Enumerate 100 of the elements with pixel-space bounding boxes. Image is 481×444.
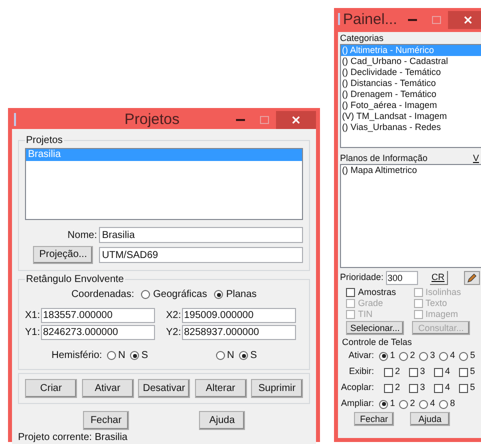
pencil-icon[interactable] <box>464 271 480 285</box>
cr-button[interactable]: CR <box>430 271 448 285</box>
option-label: S <box>141 349 148 363</box>
option-label: 8 <box>450 397 456 410</box>
priority-field[interactable]: 300 <box>386 271 418 285</box>
close-icon[interactable] <box>448 11 481 29</box>
option-label: 2 <box>395 381 400 394</box>
radio-button[interactable] <box>216 351 225 360</box>
list-item[interactable]: () Mapa Altimetrico <box>341 165 481 176</box>
button[interactable]: Ativar <box>82 379 134 398</box>
option-label: 2 <box>410 349 416 362</box>
status-text: Projeto corrente: Brasilia <box>18 431 128 444</box>
list-item[interactable]: (V) TM_Landsat - Imagem <box>341 111 481 122</box>
list-item[interactable]: () Vias_Urbanas - Redes <box>341 122 481 133</box>
field-label: Acoplar: <box>340 381 375 394</box>
button[interactable]: Fechar <box>354 412 394 426</box>
checkbox[interactable] <box>409 384 418 392</box>
list-item[interactable]: () Drenagem - Temático <box>341 89 481 100</box>
projection-field[interactable]: UTM/SAD69 <box>99 247 303 263</box>
field-label: Ampliar: <box>340 397 375 410</box>
column-header[interactable]: V <box>472 152 479 164</box>
checkbox[interactable] <box>434 368 444 376</box>
field-label: X1: <box>25 309 39 323</box>
button[interactable]: Fechar <box>83 411 129 430</box>
radio-button[interactable] <box>419 400 428 408</box>
field-label: Ativar: <box>347 349 375 362</box>
field-label: Prioridade: <box>340 271 384 284</box>
layers-list[interactable]: () Mapa Altimetrico <box>340 164 481 268</box>
name-field[interactable]: Brasilia <box>99 227 303 243</box>
option-label: 5 <box>470 349 476 362</box>
field-label: Exibir: <box>348 365 375 378</box>
field-label: Y2: <box>166 326 180 340</box>
option-label: Imagem <box>426 309 458 320</box>
option-label: Texto <box>426 298 448 309</box>
group-label: Projetos <box>25 134 64 148</box>
button[interactable]: Ajuda <box>410 412 450 426</box>
radio-button[interactable] <box>439 400 448 408</box>
radio-button[interactable] <box>141 290 150 299</box>
option-label: 1 <box>390 397 396 410</box>
checkbox[interactable] <box>384 384 393 392</box>
option-label: 5 <box>470 365 476 378</box>
radio-button[interactable] <box>419 352 428 360</box>
checkbox[interactable] <box>384 368 393 376</box>
radio-button[interactable] <box>459 352 468 360</box>
radio-button[interactable] <box>399 352 408 360</box>
button[interactable]: Ajuda <box>199 411 245 430</box>
option-label: 1 <box>390 349 396 362</box>
radio-button[interactable] <box>379 352 388 360</box>
window-title: Projetos <box>123 111 181 129</box>
button[interactable]: Alterar <box>194 379 246 398</box>
option-label: 4 <box>430 397 436 410</box>
option-label: 4 <box>445 365 450 378</box>
button[interactable]: Desativar <box>138 379 190 398</box>
option-label: TIN <box>358 309 372 320</box>
option-label: Planas <box>226 288 257 302</box>
checkbox[interactable] <box>459 384 468 392</box>
radio-button[interactable] <box>130 351 140 360</box>
list-item[interactable]: () Cad_Urbano - Cadastral <box>341 56 481 67</box>
button[interactable]: Selecionar... <box>346 321 404 335</box>
option-label: Geográficas <box>153 288 208 302</box>
field-label: Coordenadas: <box>71 288 134 302</box>
close-icon[interactable] <box>276 111 316 129</box>
categories-list[interactable]: () Altimetria - Numérico () Cad_Urbano - Cadastral () Declividade - Temático () Distancias - Temático () Drenagem - Temático () Foto_aérea - Imagem (V) TM_Landsat - Imagem () Vias_Urbanas - Redes <box>340 44 481 148</box>
list-item[interactable]: () Foto_aérea - Imagem <box>341 100 481 111</box>
option-label: Isolinhas <box>426 287 462 298</box>
button[interactable]: Criar <box>25 379 77 398</box>
window-title: Painel... <box>343 11 398 29</box>
option-label: 3 <box>420 365 426 378</box>
checkbox[interactable] <box>346 288 355 297</box>
option-label: 2 <box>410 397 416 410</box>
list-item[interactable]: () Distancias - Temático <box>341 78 481 89</box>
radio-button[interactable] <box>439 352 448 360</box>
radio-button[interactable] <box>379 400 388 408</box>
option-label: Grade <box>358 298 384 309</box>
coordinate-field[interactable]: 8246273.000000 <box>41 325 155 340</box>
button[interactable]: Projeção... <box>33 246 93 264</box>
list-item[interactable]: () Declividade - Temático <box>341 67 481 78</box>
button[interactable]: Suprimir <box>251 379 303 398</box>
coordinate-field[interactable]: 183557.000000 <box>41 308 155 323</box>
option-label: Amostras <box>358 287 396 298</box>
field-label: Nome: <box>68 228 97 242</box>
checkbox[interactable] <box>409 368 418 376</box>
field-label: X2: <box>166 309 180 323</box>
option-label: 2 <box>395 365 400 378</box>
option-label: 3 <box>420 381 426 394</box>
radio-button[interactable] <box>399 400 408 408</box>
checkbox[interactable] <box>434 384 444 392</box>
option-label: N <box>227 349 234 363</box>
field-label: Hemisfério: <box>52 349 102 363</box>
radio-button[interactable] <box>239 351 248 360</box>
section-label: Planos de Informação <box>340 152 428 164</box>
coordinate-field[interactable]: 195009.000000 <box>182 308 296 323</box>
coordinate-field[interactable]: 8258937.000000 <box>182 325 296 340</box>
group-label: Retângulo Envolvente <box>25 273 125 287</box>
section-label: Controle de Telas <box>341 337 413 348</box>
section-label: Categorias <box>340 32 385 44</box>
radio-button[interactable] <box>107 351 116 360</box>
radio-button[interactable] <box>214 290 224 299</box>
checkbox[interactable] <box>459 368 468 376</box>
field-label: Y1: <box>25 326 39 340</box>
